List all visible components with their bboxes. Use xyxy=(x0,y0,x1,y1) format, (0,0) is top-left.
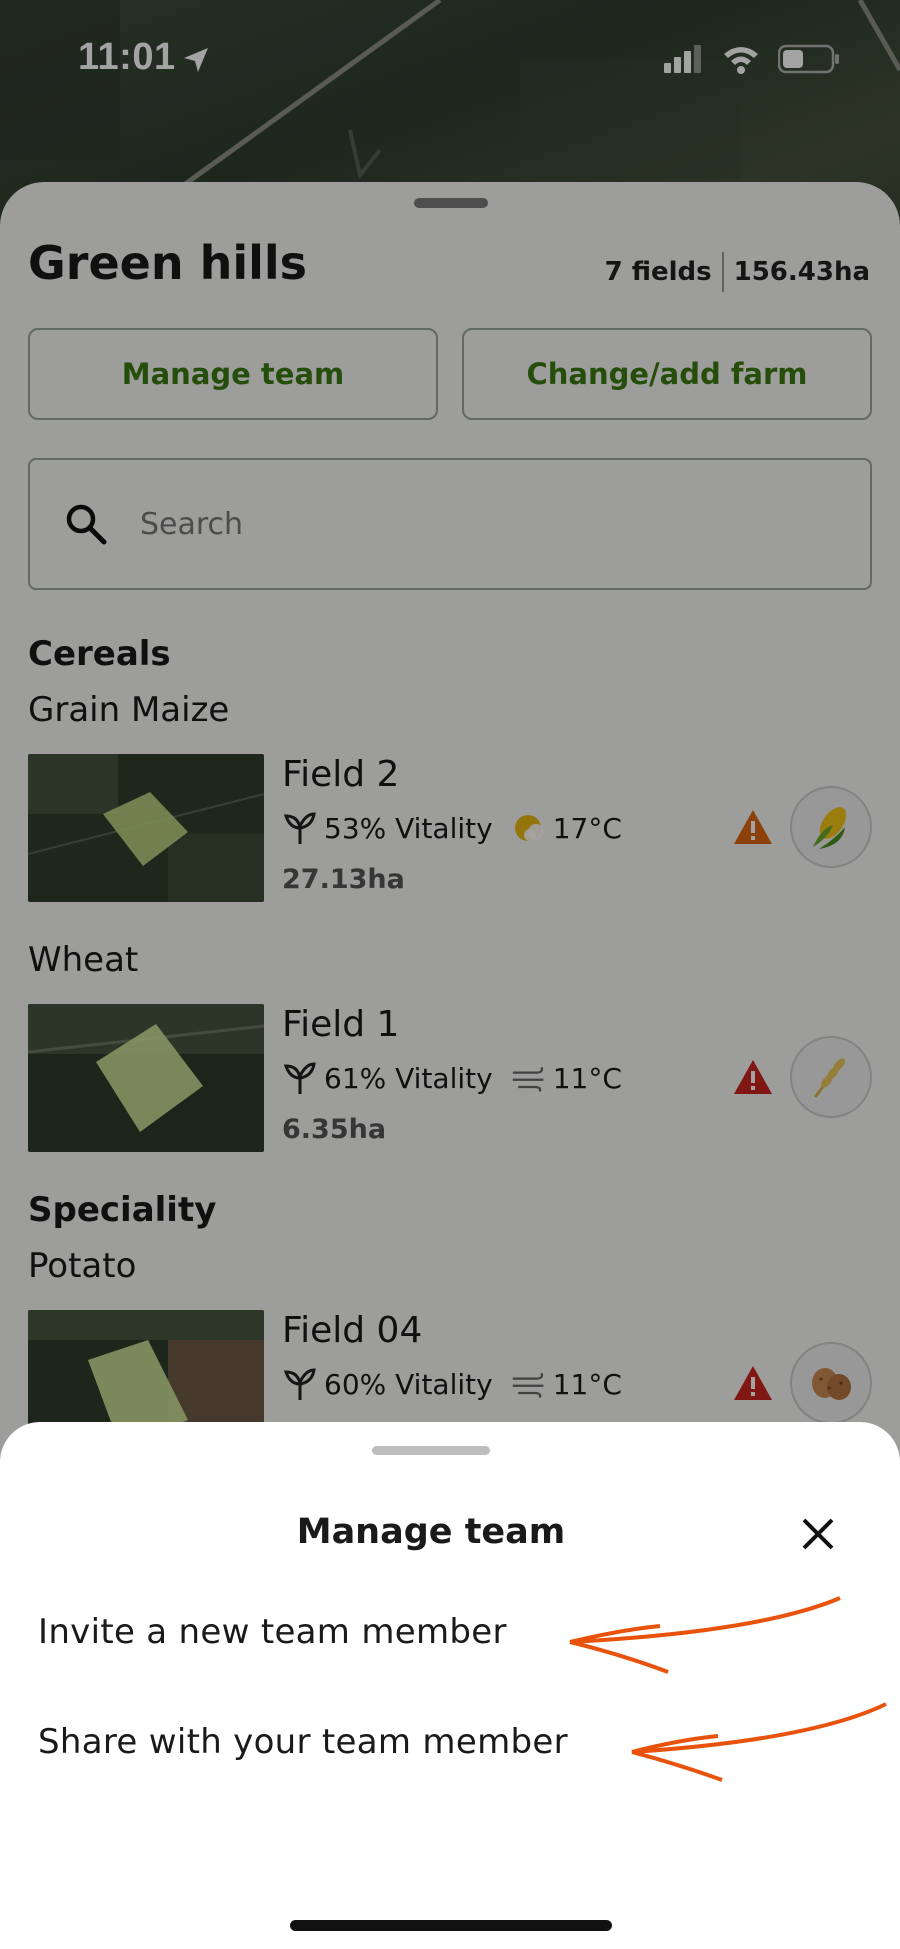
annotation-arrow xyxy=(569,1596,841,1674)
close-icon[interactable] xyxy=(798,1514,838,1554)
manage-team-sheet: Manage team Invite a new team member Sha… xyxy=(0,1422,900,1949)
home-indicator[interactable] xyxy=(290,1920,612,1931)
share-member-option[interactable]: Share with your team member xyxy=(38,1722,568,1762)
modal-grabber[interactable] xyxy=(372,1446,490,1455)
invite-member-option[interactable]: Invite a new team member xyxy=(38,1612,507,1652)
modal-title: Manage team xyxy=(296,1512,566,1552)
annotation-arrow xyxy=(631,1702,887,1782)
